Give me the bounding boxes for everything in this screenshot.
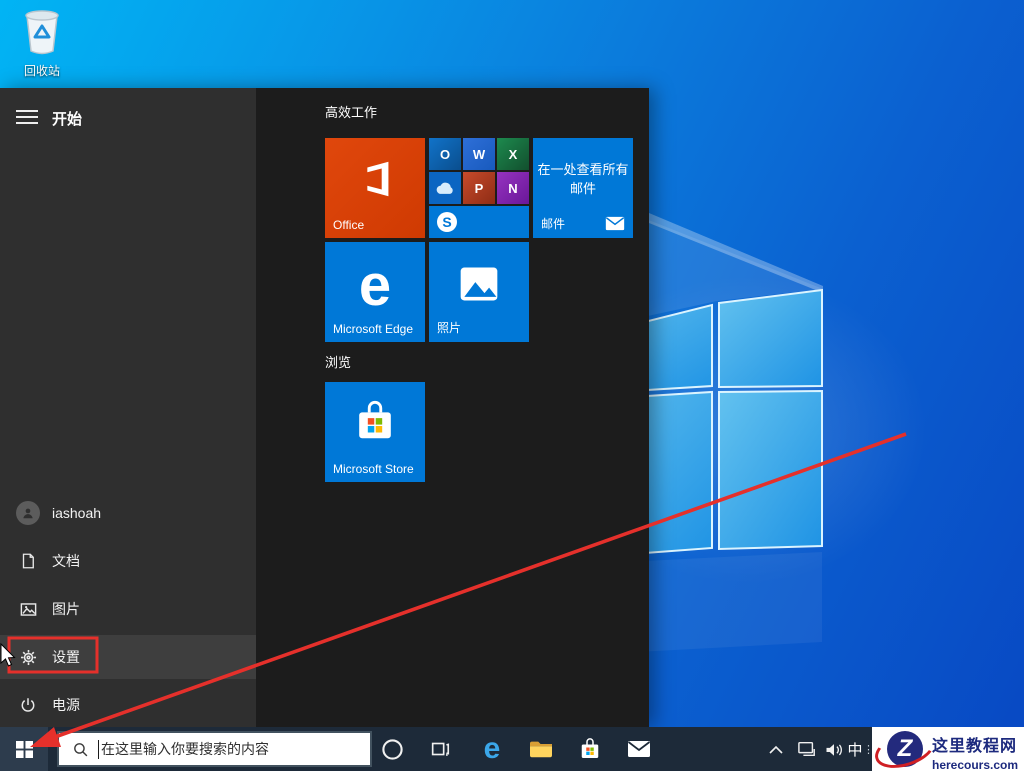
tile-mail[interactable]: 在一处查看所有 邮件 邮件 [533,138,633,238]
start-menu-title: 开始 [52,111,83,128]
skype-icon: S [437,212,457,232]
sidebar-item-pictures[interactable]: 图片 [0,587,256,631]
sidebar-settings-label: 设置 [52,649,80,665]
tile-skype[interactable]: S [429,206,529,238]
onedrive-cloud-icon [436,182,453,194]
start-menu-sidebar: 开始 iashoah 文档 图片 设置 电源 [0,88,256,727]
document-icon [16,549,40,573]
edge-icon: e [483,732,501,765]
power-icon [16,693,40,717]
windows-logo-icon [15,740,33,758]
taskbar-mail-button[interactable] [617,727,661,771]
screen: 回收站 开始 iashoah 文档 图片 设置 电源 高效工作 Office O… [0,0,1024,771]
store-bag-icon [581,738,599,758]
watermark-swoosh [872,727,940,771]
tutorial-site-watermark: Z 这里教程网 herecours.com [872,727,1024,771]
tile-group-office-apps: O W X P N S [429,138,529,238]
sidebar-item-settings[interactable]: 设置 [0,635,256,679]
edge-icon: e [358,253,392,318]
onenote-icon: N [508,180,518,196]
start-menu-tile-area: 高效工作 Office O W X P N S 在一处查看所有 邮件 邮件 e … [256,88,649,727]
taskbar-task-view-button[interactable] [418,727,462,771]
tile-photos-label: 照片 [437,321,462,335]
sidebar-item-documents[interactable]: 文档 [0,539,256,583]
sidebar-documents-label: 文档 [52,553,80,569]
tile-edge-label: Microsoft Edge [333,322,414,336]
taskbar-file-explorer-button[interactable] [519,727,563,771]
tile-store[interactable]: Microsoft Store [325,382,425,482]
cortana-icon [381,738,403,760]
sidebar-item-user[interactable]: iashoah [0,491,256,535]
powerpoint-icon: P [474,180,484,196]
speaker-icon [826,743,842,756]
tile-word[interactable]: W [463,138,495,170]
tile-outlook[interactable]: O [429,138,461,170]
tile-store-label: Microsoft Store [333,462,414,476]
tile-powerpoint[interactable]: P [463,172,495,204]
tile-photos[interactable]: 照片 [429,242,529,342]
search-icon [74,742,88,756]
file-explorer-icon [530,741,552,758]
taskbar-store-button[interactable] [568,727,612,771]
tile-section-productivity: 高效工作 [325,105,378,120]
photos-icon [460,267,498,301]
mail-envelope-icon [605,216,625,231]
taskbar-edge-button[interactable]: e [470,727,514,771]
search-input[interactable] [101,741,370,757]
taskbar-cortana-button[interactable] [370,727,414,771]
gear-icon [16,645,40,669]
chevron-up-icon [769,745,783,754]
tray-network-button[interactable] [792,727,822,771]
start-menu: 开始 iashoah 文档 图片 设置 电源 高效工作 Office O W X… [0,88,649,727]
tile-mail-body: 在一处查看所有 邮件 [537,162,629,196]
outlook-icon: O [439,146,451,162]
watermark-site-url: herecours.com [932,758,1019,771]
tile-office-label: Office [333,218,365,232]
tile-mail-label: 邮件 [541,217,566,231]
taskbar: e [0,727,1024,771]
excel-icon: X [508,146,518,162]
tile-office[interactable]: Office [325,138,425,238]
sidebar-pictures-label: 图片 [52,601,80,617]
tile-onenote[interactable]: N [497,172,529,204]
tile-edge[interactable]: e Microsoft Edge [325,242,425,342]
sidebar-power-label: 电源 [52,697,80,713]
text-caret [98,739,99,759]
tile-onedrive[interactable] [429,172,461,204]
recycle-bin-icon [25,10,59,55]
tile-section-browse: 浏览 [325,355,352,370]
tray-show-hidden-icons-button[interactable] [760,727,792,771]
taskbar-search-box[interactable] [57,731,372,767]
recycle-bin-label: 回收站 [23,64,60,78]
watermark-site-name: 这里教程网 [932,738,1018,755]
start-button[interactable] [0,727,48,771]
sidebar-item-power[interactable]: 电源 [0,683,256,727]
task-view-icon [431,742,450,756]
pictures-icon [16,597,40,621]
user-avatar-icon [16,501,40,525]
office-logo-icon [367,161,389,197]
sidebar-user-label: iashoah [52,505,102,521]
mail-envelope-icon [627,741,651,757]
store-bag-icon [359,400,391,439]
hamburger-menu-button[interactable] [8,100,46,134]
network-ethernet-icon [798,741,815,757]
tile-excel[interactable]: X [497,138,529,170]
recycle-bin-shortcut[interactable]: 回收站 [14,6,70,79]
word-icon: W [472,146,486,162]
